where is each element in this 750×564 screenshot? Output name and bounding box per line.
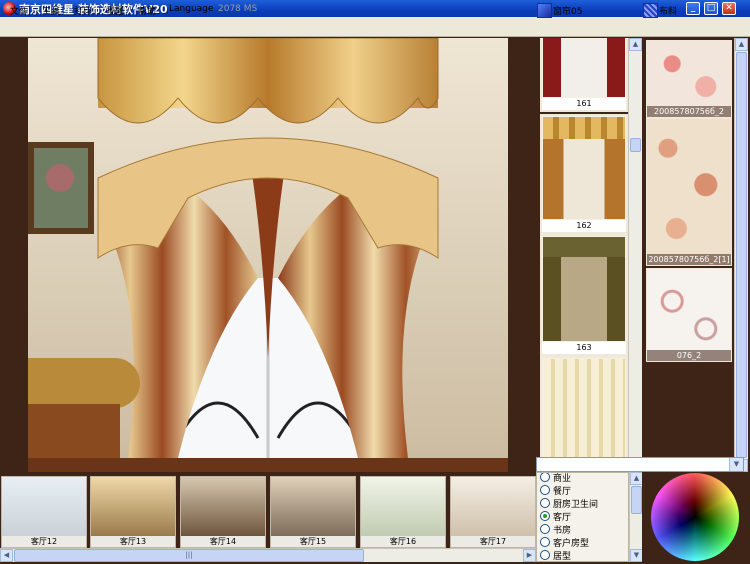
fabric-thumb[interactable]: 20085780756б_2 [646, 40, 732, 118]
close-button[interactable]: ✕ [722, 2, 736, 15]
room-type-label: 厨房卫生间 [553, 500, 599, 510]
color-wheel-shading [651, 473, 739, 561]
room-type-residence[interactable]: 居型 [540, 549, 572, 562]
fabric-thumb-label: 076_2 [647, 350, 731, 361]
room-type-list: 商业 餐厅 厨房卫生间 客厅 书房 客户房型 居型 [536, 472, 629, 562]
room-strip-scrollbar[interactable]: ◀ ||| ▶ [0, 548, 536, 562]
scroll-thumb[interactable] [630, 138, 641, 152]
fabric-thumb-label: 20085780756б_2[1] [647, 254, 731, 265]
room-type-label: 居型 [553, 552, 572, 562]
room-type-living-room[interactable]: 客厅 [540, 510, 571, 523]
scroll-thumb[interactable] [736, 52, 747, 458]
fabric-icon [643, 3, 658, 18]
curtain-thumb-163[interactable]: 163 [540, 234, 628, 356]
style-select[interactable]: ▼ [536, 457, 744, 472]
left-frame [0, 38, 28, 472]
curtain-preview-canvas[interactable] [28, 38, 508, 472]
room-type-label: 餐厅 [553, 487, 572, 497]
room-thumb-label: 客厅16 [361, 536, 445, 547]
radio-icon [540, 473, 550, 482]
room-type-study[interactable]: 书房 [540, 523, 571, 536]
curtain-thumb-image [543, 38, 625, 97]
menu-language[interactable]: Language [169, 4, 213, 14]
radio-icon [540, 524, 550, 534]
room-scene-strip: 客厅12 客厅13 客厅14 客厅15 客厅16 客厅17 [0, 474, 536, 548]
radio-icon [540, 485, 550, 495]
fabric-list-scrollbar[interactable]: ▲ ▼ [734, 38, 748, 472]
radio-icon [540, 537, 550, 547]
curtain-thumb-image [543, 359, 625, 463]
menu-help[interactable]: 帮助 [138, 4, 156, 17]
dropdown-arrow-icon[interactable]: ▼ [729, 458, 743, 471]
curtain-category-label: 窗帘05 [553, 7, 583, 17]
curtain-thumb-label: 163 [542, 342, 626, 354]
room-thumb-2[interactable]: 客厅13 [90, 476, 176, 548]
room-type-scrollbar[interactable]: ▲ ▼ [629, 472, 643, 562]
scroll-left-button[interactable]: ◀ [0, 549, 13, 562]
fabric-thumb[interactable]: 20085780756б_2[1] [646, 118, 732, 266]
room-type-custom[interactable]: 客户房型 [540, 536, 589, 549]
radio-icon [540, 550, 550, 560]
fabric-thumbnail-list: 20085780756б_2 20085780756б_2[1] 076_2 [642, 38, 732, 472]
room-thumb-label: 客厅17 [451, 536, 535, 547]
curtain-thumb-image [543, 117, 625, 219]
curtain-thumb-label: 161 [542, 98, 626, 110]
scroll-thumb[interactable] [631, 486, 642, 514]
room-type-dining[interactable]: 餐厅 [540, 484, 571, 497]
room-thumb-3[interactable]: 客厅14 [180, 476, 266, 548]
room-type-label: 客厅 [553, 513, 572, 523]
scroll-up-button[interactable]: ▲ [735, 38, 748, 51]
menu-tools[interactable]: 工具 [42, 4, 60, 17]
scroll-thumb[interactable]: ||| [14, 549, 364, 562]
radio-selected-icon [540, 511, 550, 521]
room-thumb-label: 客厅14 [181, 536, 265, 547]
room-thumb-4[interactable]: 客厅15 [270, 476, 356, 548]
maximize-button[interactable]: □ [704, 2, 718, 15]
room-thumb-6[interactable]: 客厅17 [450, 476, 536, 548]
fabric-thumb[interactable]: 076_2 [646, 268, 732, 362]
curtain-thumb-label: 162 [542, 220, 626, 232]
room-type-kitchen-bath[interactable]: 厨房卫生间 [540, 497, 598, 510]
render-time-label: 2078 MS [218, 4, 258, 14]
scroll-up-button[interactable]: ▲ [629, 38, 642, 51]
menu-print[interactable]: 打印 [74, 4, 92, 17]
radio-icon [540, 498, 550, 508]
minimize-button[interactable]: _ [686, 2, 700, 15]
curtain-list-scrollbar[interactable]: ▲ ▼ [628, 38, 642, 472]
room-type-label: 书房 [553, 526, 572, 536]
menu-bar [0, 17, 750, 37]
curtain-thumb-162[interactable]: 162 [540, 114, 628, 234]
room-type-label: 客户房型 [553, 539, 590, 549]
menu-file[interactable]: 文件 [10, 4, 28, 17]
room-thumb-label: 客厅15 [271, 536, 355, 547]
scroll-right-button[interactable]: ▶ [523, 549, 536, 562]
room-thumb-label: 客厅13 [91, 536, 175, 547]
room-type-commercial[interactable]: 商业 [540, 473, 572, 484]
menu-view[interactable]: 视图 [106, 4, 124, 17]
curtain-thumb-image [543, 237, 625, 341]
room-type-label: 商业 [553, 474, 572, 484]
curtain-thumb-161[interactable]: 161 [540, 38, 628, 112]
room-thumb-1[interactable]: 客厅12 [1, 476, 87, 548]
curtain-icon [537, 3, 552, 18]
fabric-category-label: 布料 [659, 7, 678, 17]
fabric-thumb-label: 20085780756б_2 [647, 106, 731, 117]
room-thumb-5[interactable]: 客厅16 [360, 476, 446, 548]
room-thumb-label: 客厅12 [2, 536, 86, 547]
curtain-scene-image [28, 38, 508, 472]
curtain-thumbnail-list: 161 162 163 [536, 38, 628, 472]
curtain-thumb-next[interactable] [540, 356, 628, 472]
